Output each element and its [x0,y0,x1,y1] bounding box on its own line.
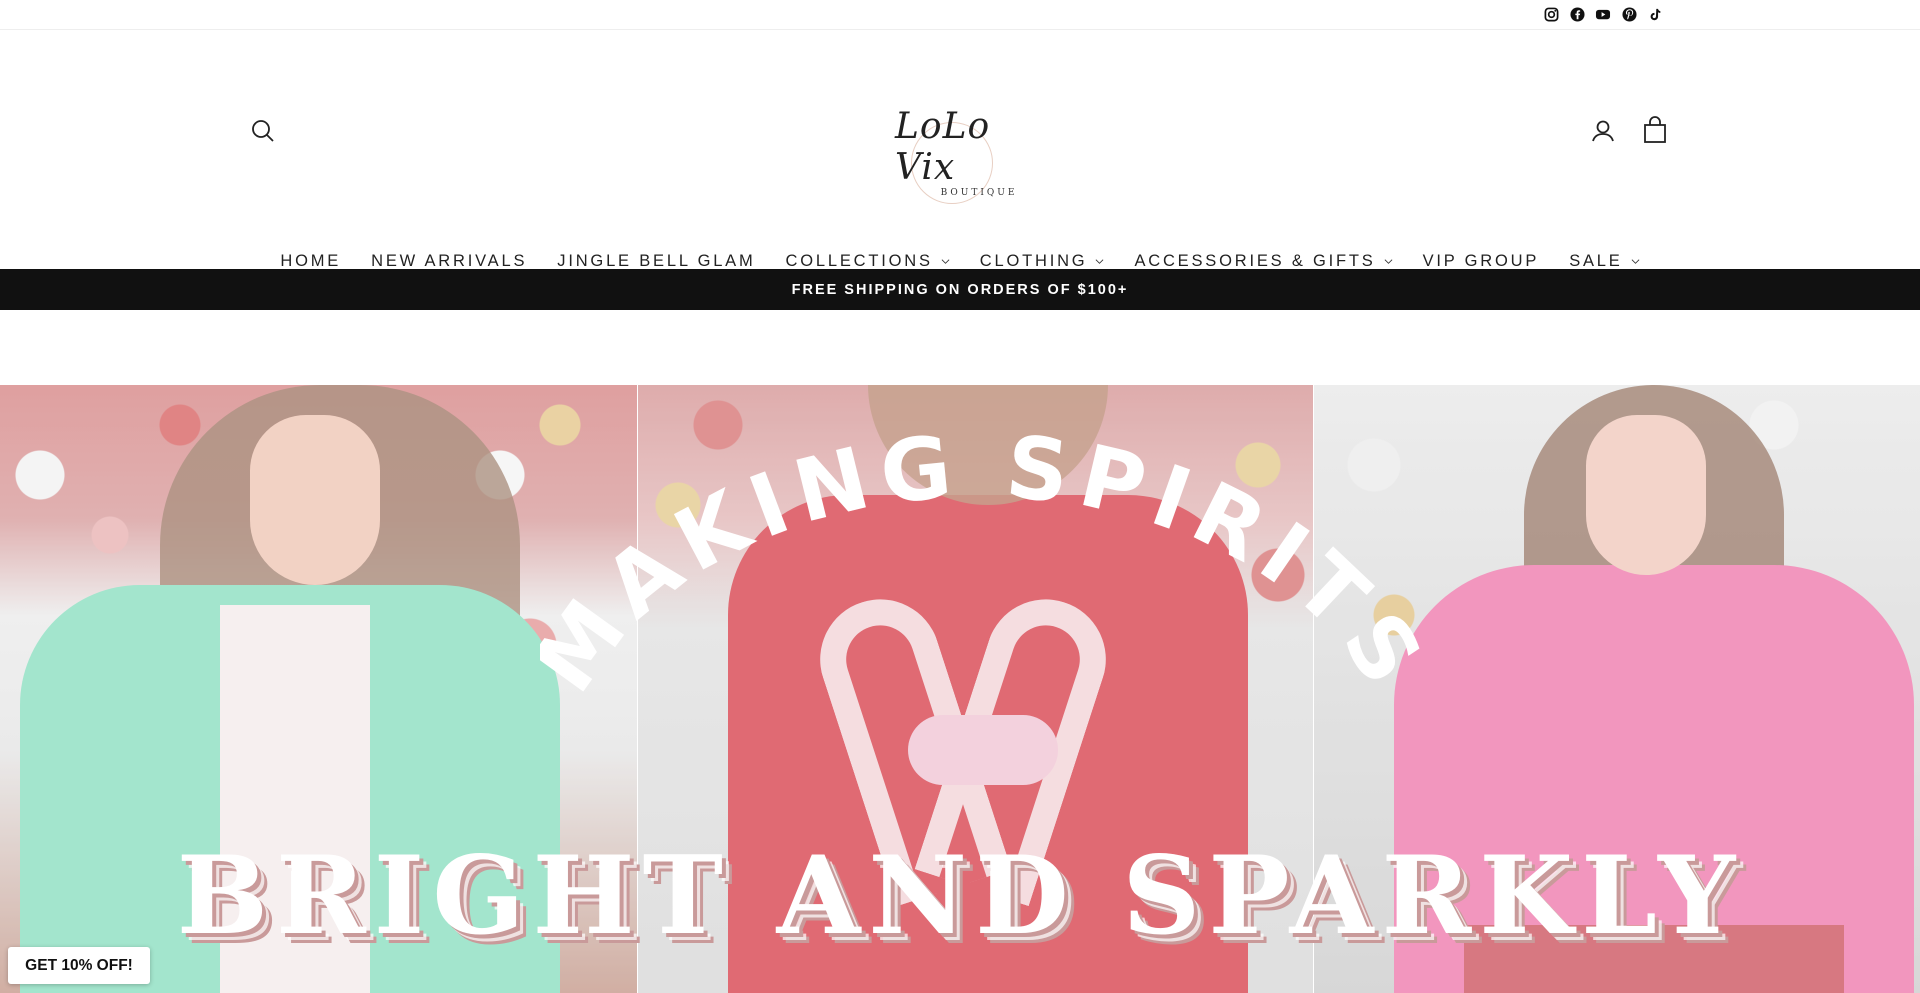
pinterest-icon[interactable] [1620,5,1638,23]
nav-item-label: NEW ARRIVALS [371,251,528,270]
chevron-down-icon [941,258,950,264]
top-bar [0,0,1920,30]
nav-item-accessories-gifts[interactable]: ACCESSORIES & GIFTS [1134,251,1393,271]
nav-item-vip-group[interactable]: VIP GROUP [1423,252,1540,271]
nav-item-label: COLLECTIONS [785,251,933,270]
facebook-icon[interactable] [1568,5,1586,23]
hero-title: BRIGHT AND SPARKLY [176,833,1744,959]
youtube-icon[interactable] [1594,5,1612,23]
nav-item-new-arrivals[interactable]: NEW ARRIVALS [371,252,527,271]
nav-item-label: CLOTHING [979,251,1088,270]
nav-item-clothing[interactable]: CLOTHING [980,252,1105,271]
nav-item-collections[interactable]: COLLECTIONS [786,252,950,271]
announcement-bar: FREE SHIPPING ON ORDERS OF $100+ [0,269,1920,310]
nav-item-label: JINGLE BELL GLAM [557,251,756,270]
nav-item-sale[interactable]: SALE [1569,251,1640,271]
logo[interactable]: LoLo Vix BOUTIQUE [895,88,1025,204]
nav-item-label: ACCESSORIES & GIFTS [1134,251,1376,270]
chevron-down-icon [1096,258,1104,264]
account-button[interactable] [1590,118,1618,146]
site-header: LoLo Vix BOUTIQUE HOME NEW ARRIVALS JING… [0,30,1920,271]
nav-item-home[interactable]: HOME [280,252,341,271]
tiktok-icon[interactable] [1646,5,1664,23]
search-icon [252,120,274,142]
chevron-down-icon [1631,258,1640,264]
discount-label: GET 10% OFF! [25,956,133,974]
shopping-bag-icon [1644,116,1666,143]
logo-subtitle: BOUTIQUE [940,188,1018,198]
nav-item-jingle-bell-glam[interactable]: JINGLE BELL GLAM [557,252,755,271]
chevron-down-icon [1384,258,1393,264]
announcement-text: FREE SHIPPING ON ORDERS OF $100+ [791,281,1129,298]
nav-item-label: HOME [280,251,342,270]
social-links [1542,5,1664,23]
hero-arc-text: MAKING SPIRITS [540,417,1420,711]
user-icon [1592,120,1614,142]
cart-button[interactable] [1642,116,1670,144]
discount-popup-button[interactable]: GET 10% OFF! [8,947,150,984]
hero-banner[interactable]: MAKING SPIRITS BRIGHT AND SPARKLY [0,385,1920,993]
svg-text:MAKING SPIRITS: MAKING SPIRITS [540,417,1420,711]
hero-arc-heading: MAKING SPIRITS [540,417,1420,711]
logo-script: LoLo Vix [895,106,991,188]
search-button[interactable] [250,118,278,146]
nav-item-label: VIP GROUP [1422,251,1540,270]
instagram-icon[interactable] [1542,5,1560,23]
nav-item-label: SALE [1569,251,1623,270]
